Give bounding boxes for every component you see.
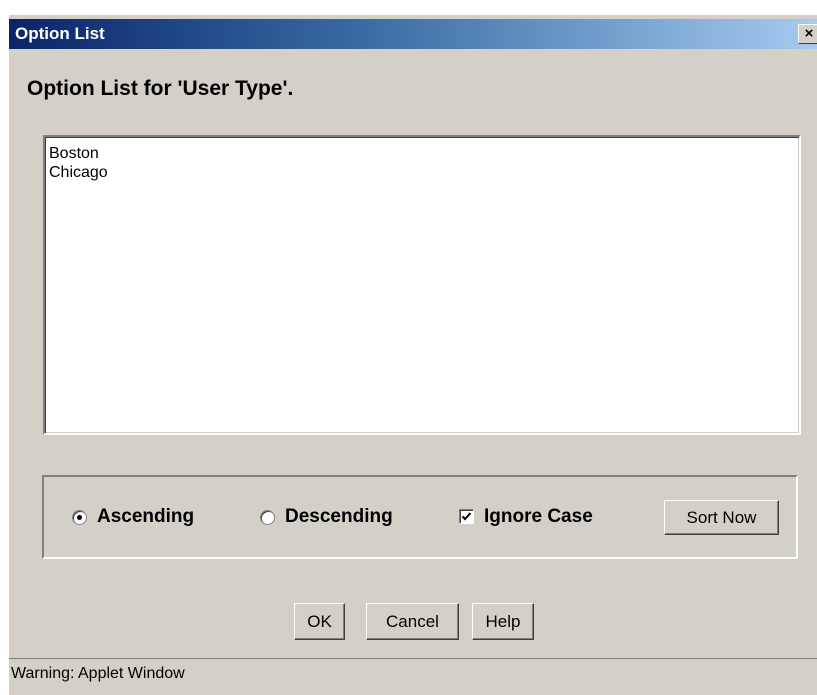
checkmark-icon [461, 512, 472, 521]
descending-radio[interactable] [260, 510, 275, 525]
window-title: Option List [15, 24, 105, 43]
help-button[interactable]: Help [472, 603, 534, 640]
dialog-heading: Option List for 'User Type'. [27, 77, 294, 100]
sort-now-button[interactable]: Sort Now [664, 500, 779, 535]
close-button[interactable]: × [798, 24, 817, 44]
ignore-case-label[interactable]: Ignore Case [484, 506, 593, 528]
list-item[interactable]: Chicago [49, 164, 108, 182]
cancel-button[interactable]: Cancel [366, 603, 459, 640]
ok-button[interactable]: OK [294, 603, 345, 640]
list-item[interactable]: Boston [49, 145, 99, 163]
option-listbox[interactable]: Boston Chicago [43, 135, 801, 435]
option-list-dialog: Option List × Option List for 'User Type… [8, 14, 817, 695]
status-warning-text: Warning: Applet Window [11, 665, 185, 682]
status-bar: Warning: Applet Window [9, 658, 817, 688]
title-bar[interactable]: Option List × [9, 19, 817, 49]
sort-options-panel: Ascending Descending Ignore Case Sort No… [42, 475, 798, 559]
ignore-case-checkbox[interactable] [459, 509, 474, 524]
ascending-label[interactable]: Ascending [97, 506, 194, 528]
descending-label[interactable]: Descending [285, 506, 393, 528]
ascending-radio[interactable] [72, 510, 87, 525]
close-icon: × [804, 25, 814, 42]
radio-selected-dot [77, 515, 82, 520]
